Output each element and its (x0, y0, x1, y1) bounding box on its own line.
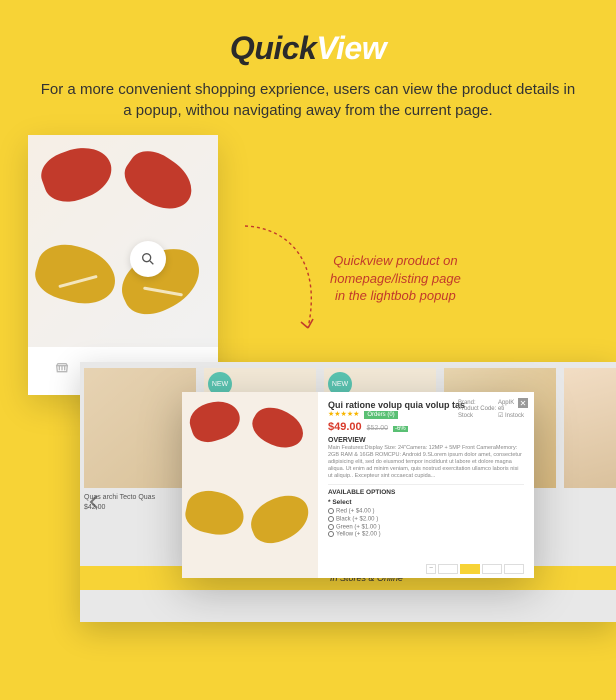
list-item[interactable]: Quas archi Tecto Quas $42,00 (84, 368, 196, 538)
price-current: $49.00 (328, 421, 362, 433)
modal-bottom-controls: − (426, 564, 524, 574)
shoe-illustration (185, 395, 244, 447)
shoe-illustration (246, 399, 309, 456)
secondary-action-box[interactable] (504, 564, 524, 574)
title-part-dark: Quick (230, 30, 316, 66)
modal-price: $49.00 $52.00 -6% (328, 421, 524, 433)
shoe-illustration (30, 238, 122, 312)
option-label: Black (+ $2.00 ) (336, 517, 378, 523)
secondary-action-box[interactable] (482, 564, 502, 574)
option-label: Green (+ $1.00 ) (336, 524, 380, 530)
option-radio[interactable] (328, 516, 334, 522)
rating-stars: ★★★★★ (328, 411, 359, 418)
option-radio[interactable] (328, 524, 334, 530)
product-image (28, 135, 218, 347)
option-yellow[interactable]: Yellow (+ $2.00 ) (328, 531, 524, 538)
option-radio[interactable] (328, 508, 334, 514)
option-green[interactable]: Green (+ $1.00 ) (328, 524, 524, 531)
option-label: Yellow (+ $2.00 ) (336, 532, 381, 538)
cart-icon (54, 361, 70, 377)
overview-text: Main Features:Display Size: 24"Camera: 1… (328, 445, 524, 479)
callout: Quickview product on homepage/listing pa… (330, 252, 461, 305)
cart-button[interactable] (54, 361, 70, 382)
modal-product-image (182, 392, 318, 578)
callout-line: in the lightbob popup (330, 287, 461, 305)
price-old: $52.00 (367, 425, 388, 432)
shoe-illustration (244, 488, 315, 549)
list-item-price: $42,00 (84, 504, 196, 511)
title-part-light: View (316, 30, 386, 66)
qty-input[interactable] (438, 564, 458, 574)
product-card (28, 135, 218, 395)
list-thumb (84, 368, 196, 488)
shoe-illustration (117, 141, 202, 220)
intro-text: For a more convenient shopping exprience… (0, 67, 616, 121)
quickview-modal: ✕ Brand:AppIK Product Code:eti Stock☑ In… (182, 392, 534, 578)
spec-label: Stock (458, 413, 498, 419)
discount-badge: -6% (393, 426, 408, 432)
modal-specs: Brand:AppIK Product Code:eti Stock☑ Inst… (458, 400, 524, 419)
select-label: * Select (328, 499, 524, 506)
callout-line: homepage/listing page (330, 270, 461, 288)
modal-details: Brand:AppIK Product Code:eti Stock☑ Inst… (318, 392, 534, 578)
option-label: Red (+ $4.00 ) (336, 509, 375, 515)
qty-decrease-button[interactable]: − (426, 564, 436, 574)
zoom-button[interactable] (130, 241, 166, 277)
shoe-illustration (182, 486, 247, 539)
zoom-icon (140, 251, 156, 267)
page-title: QuickView (0, 0, 616, 67)
spec-value: ☑ Instock (498, 413, 524, 419)
overview-heading: OVERVIEW (328, 437, 524, 444)
callout-line: Quickview product on (330, 252, 461, 270)
shoe-illustration (36, 139, 119, 210)
close-icon: ✕ (520, 399, 527, 408)
option-black[interactable]: Black (+ $2.00 ) (328, 516, 524, 523)
available-options-heading: AVAILABLE OPTIONS (328, 484, 524, 496)
add-to-cart-button[interactable] (460, 564, 480, 574)
arrow-illustration (230, 218, 340, 348)
list-item-title: Quas archi Tecto Quas (84, 494, 196, 502)
option-radio[interactable] (328, 531, 334, 537)
modal-close-button[interactable]: ✕ (518, 398, 528, 408)
option-red[interactable]: Red (+ $4.00 ) (328, 508, 524, 515)
list-thumb (564, 368, 616, 488)
option-list: Red (+ $4.00 ) Black (+ $2.00 ) Green (+… (328, 508, 524, 537)
orders-badge: Orders (0) (364, 411, 397, 419)
list-item[interactable] (564, 368, 616, 538)
